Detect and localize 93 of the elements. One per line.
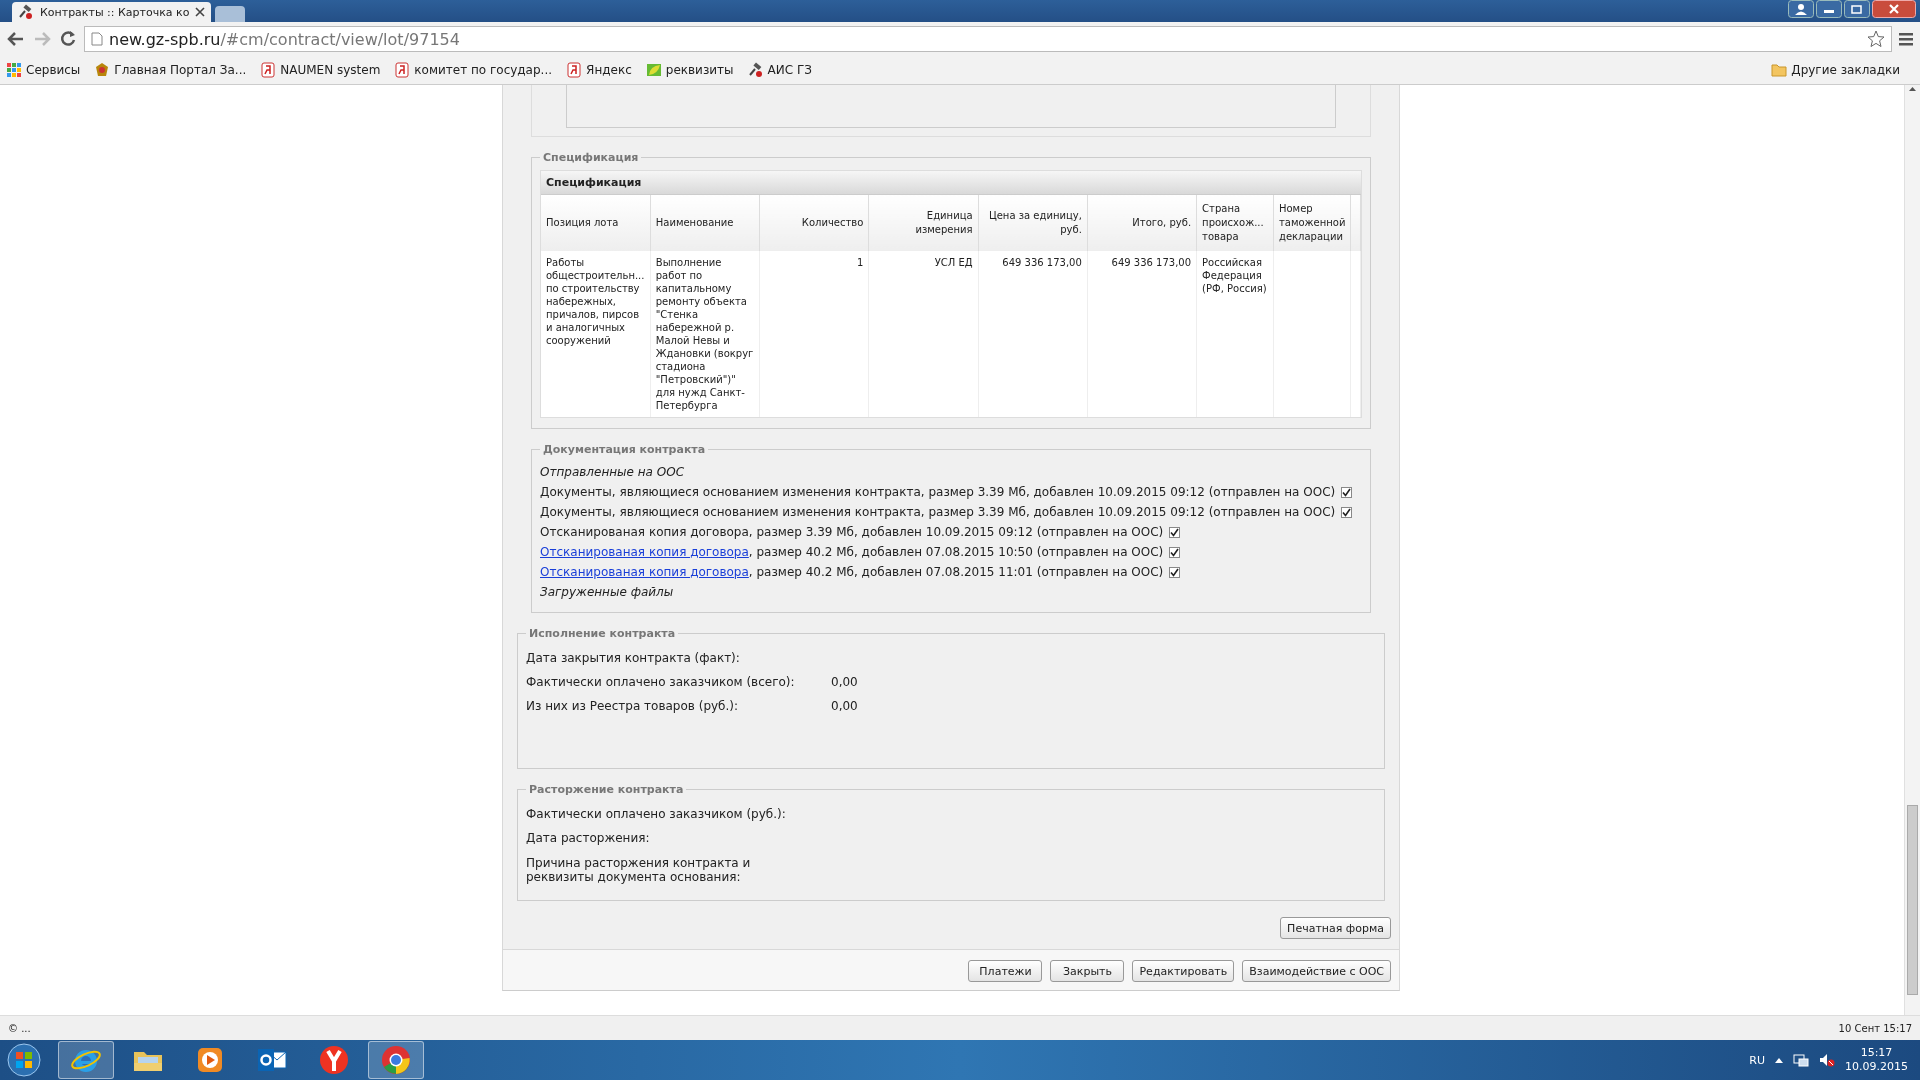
emblem-icon <box>94 62 111 78</box>
sent-checkbox[interactable] <box>1169 526 1181 538</box>
field-value: 0,00 <box>831 699 858 713</box>
column-header[interactable]: Количество <box>759 195 869 251</box>
table-cell: 649 336 173,00 <box>978 251 1088 417</box>
sent-checkbox[interactable] <box>1169 566 1181 578</box>
field-label: Фактически оплачено заказчиком (руб.): <box>526 807 787 821</box>
tray-arrow-icon[interactable] <box>1775 1057 1783 1063</box>
column-header[interactable]: Номер таможенной декларации <box>1273 195 1351 251</box>
file-info: , размер 40.2 Мб, добавлен 07.08.2015 11:01 (отправлен на ООС) <box>748 565 1164 579</box>
bookmarks-folder[interactable]: Другие закладки <box>1771 63 1900 77</box>
action-button[interactable]: Взаимодействие с ООС <box>1242 960 1391 982</box>
bookmark[interactable]: комитет по государ... <box>394 62 553 78</box>
close-icon[interactable] <box>195 7 206 17</box>
chrome-icon <box>380 1044 412 1076</box>
new-tab-button[interactable] <box>215 6 246 22</box>
table-cell: 649 336 173,00 <box>1087 251 1197 417</box>
muted-speaker-icon[interactable] <box>1819 1053 1835 1067</box>
taskbar-app[interactable] <box>368 1041 424 1079</box>
bookmark[interactable]: Яндекс <box>566 62 632 78</box>
menu-icon[interactable] <box>1898 31 1914 47</box>
reload-icon[interactable] <box>58 29 78 49</box>
clock-time: 15:17 <box>1860 1046 1893 1060</box>
clock-date: 10.09.2015 <box>1845 1060 1908 1074</box>
minimize-icon[interactable] <box>1816 0 1842 18</box>
section-legend: Исполнение контракта <box>526 627 679 640</box>
file-info: , размер 40.2 Мб, добавлен 07.08.2015 10:50 (отправлен на ООС) <box>748 545 1164 559</box>
section-legend: Документация контракта <box>540 443 709 456</box>
browser-tab[interactable]: Контракты :: Карточка ко <box>12 2 212 22</box>
table-cell: Работы общестроительн... по строительству набережных, причалов, пирсов и аналогичных сооружений <box>541 251 651 417</box>
apps-icon <box>6 62 22 78</box>
y-logo-icon <box>318 1044 350 1076</box>
file-info: Документы, являющиеся основанием изменения контракта, размер 3.39 Мб, добавлен 10.09.2015 09:12 (отправлен на ООС) <box>540 505 1336 519</box>
column-header[interactable]: Цена за единицу, руб. <box>978 195 1088 251</box>
table-cell: УСЛ ЕД <box>868 251 979 417</box>
sent-checkbox[interactable] <box>1341 486 1353 498</box>
url-host: new.gz-spb.ru <box>109 29 221 49</box>
restore-icon[interactable] <box>1844 0 1870 18</box>
status-text: © ... <box>8 1022 31 1034</box>
leaf-icon <box>645 62 662 78</box>
bookmark[interactable]: реквизиты <box>645 62 734 78</box>
subheading: Загруженные файлы <box>540 584 675 601</box>
sent-checkbox[interactable] <box>1341 506 1353 518</box>
close-icon[interactable] <box>1872 0 1916 18</box>
url-path: /#cm/contract/view/lot/97154 <box>220 29 460 49</box>
column-header[interactable]: Страна происхож... товара <box>1196 195 1274 251</box>
bookmark[interactable]: Главная Портал За... <box>94 62 247 78</box>
gavel-icon <box>747 62 764 78</box>
column-header[interactable]: Единица измерения <box>868 195 979 251</box>
bookmark[interactable]: Сервисы <box>6 62 81 78</box>
column-header[interactable]: Позиция лота <box>541 195 651 251</box>
field-label: Дата закрытия контракта (факт): <box>526 651 741 665</box>
scroll-thumb[interactable] <box>1907 805 1918 995</box>
star-icon[interactable] <box>1867 30 1885 48</box>
sent-checkbox[interactable] <box>1169 546 1181 558</box>
field-label: Из них из Реестра товаров (руб.): <box>526 699 740 713</box>
table-cell: Выполнение работ по капитальному ремонту объекта "Стенка набережной р. Малой Невы и Ждановки (вокруг стадиона "Петровский")" для нужд Санкт-Петербурга <box>650 251 760 417</box>
yandex-icon <box>566 62 583 78</box>
column-header[interactable]: Итого, руб. <box>1087 195 1197 251</box>
file-link[interactable]: Отсканированая копия договора <box>540 565 749 579</box>
column-header[interactable]: Наименование <box>650 195 760 251</box>
file-info: Отсканированая копия договора, размер 3.39 Мб, добавлен 10.09.2015 09:12 (отправлен на ООС) <box>540 525 1164 539</box>
table-cell: Российская Федерация (РФ, Россия) <box>1196 251 1274 417</box>
clock[interactable]: 15:17 10.09.2015 <box>1845 1046 1908 1074</box>
network-icon[interactable] <box>1793 1053 1809 1067</box>
bookmark[interactable]: NAUMEN system <box>260 62 381 78</box>
print-button[interactable]: Печатная форма <box>1280 917 1391 939</box>
file-link[interactable]: Отсканированая копия договора <box>540 545 749 559</box>
section-legend: Расторжение контракта <box>526 783 687 796</box>
address-bar[interactable]: new.gz-spb.ru/#cm/contract/view/lot/97154 <box>84 26 1892 52</box>
folder-icon <box>1771 63 1788 77</box>
status-date: 10 Сент 15:17 <box>1838 1022 1912 1034</box>
field-label: Дата расторжения: <box>526 831 651 845</box>
field-label: Причина расторжения контракта и реквизиты документа основания: <box>526 856 752 884</box>
scrollbar[interactable] <box>1904 85 1920 1015</box>
gavel-icon <box>18 4 34 20</box>
section-legend: Спецификация <box>540 151 642 164</box>
file-info: Документы, являющиеся основанием изменения контракта, размер 3.39 Мб, добавлен 10.09.2015 09:12 (отправлен на ООС) <box>540 485 1336 499</box>
table-cell: 1 <box>759 251 869 417</box>
action-button[interactable]: Закрыть <box>1050 960 1125 982</box>
language-indicator[interactable]: RU <box>1749 1053 1765 1067</box>
bookmark[interactable]: АИС ГЗ <box>747 62 812 78</box>
yandex-icon <box>394 62 411 78</box>
subheading: Отправленные на ООС <box>540 464 686 481</box>
yandex-icon <box>260 62 277 78</box>
taskbar-app[interactable] <box>58 1041 114 1079</box>
profile-icon[interactable] <box>1788 0 1814 18</box>
page-icon <box>91 32 103 46</box>
field-value: 0,00 <box>831 675 858 689</box>
grid-title: Спецификация <box>541 171 1361 195</box>
field-label: Фактически оплачено заказчиком (всего): <box>526 675 796 689</box>
action-button[interactable]: Редактировать <box>1132 960 1235 982</box>
action-button[interactable]: Платежи <box>968 960 1043 982</box>
